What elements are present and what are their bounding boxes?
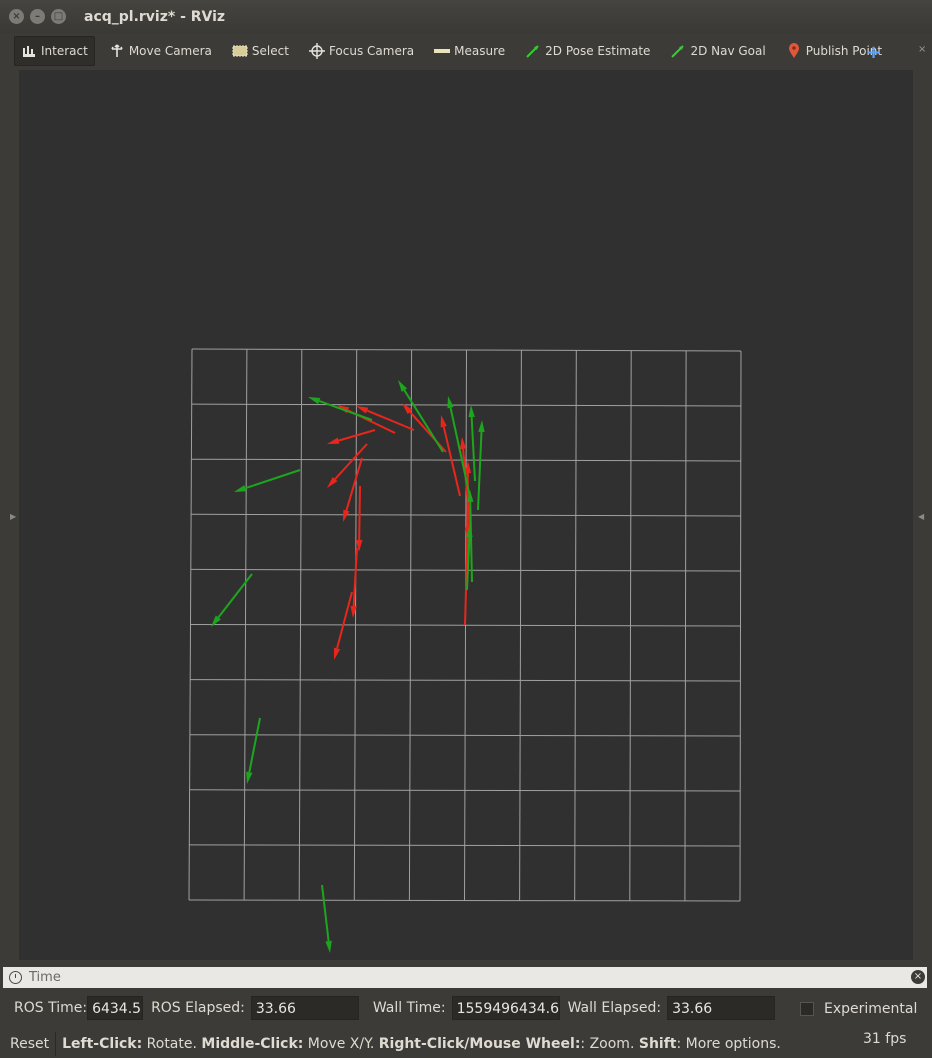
pose-arrow-shaft (217, 573, 253, 619)
plus-icon[interactable]: + (866, 42, 881, 63)
hint-part: Move X/Y. (303, 1036, 379, 1052)
experimental-option[interactable]: Experimental (800, 1001, 917, 1017)
experimental-label: Experimental (824, 1001, 918, 1017)
tool-label: Select (251, 44, 289, 58)
interact-icon (21, 43, 37, 59)
grid-line (189, 844, 741, 847)
wall-time-label: Wall Time: (372, 1000, 446, 1016)
time-panel-header: Time × (3, 967, 927, 988)
reset-button[interactable]: Reset (4, 1032, 57, 1056)
time-panel-title: Time (29, 970, 61, 985)
tool-label: Focus Camera (328, 44, 415, 58)
left-panel-toggle-icon[interactable]: ▶ (10, 512, 16, 521)
grid-line (190, 679, 741, 682)
render-viewport[interactable] (19, 70, 913, 960)
pose-arrow-head (327, 437, 340, 444)
pose-arrow-shaft (248, 717, 261, 773)
minimize-window-icon[interactable]: – (30, 9, 45, 24)
fps-readout: 31 fps (863, 1031, 907, 1047)
tool-interact[interactable]: Interact (14, 36, 95, 66)
ros-time-label: ROS Time: (14, 1000, 88, 1016)
tool-select[interactable]: Select (226, 37, 295, 65)
pose-arrow-shaft (245, 469, 301, 490)
close-icon[interactable]: × (911, 970, 925, 984)
wall-elapsed-field[interactable]: 33.66 (667, 996, 776, 1020)
tool-move-camera[interactable]: Move Camera (103, 37, 218, 65)
pose-arrow-shaft (449, 407, 471, 498)
pose-arrow-head (343, 509, 350, 522)
pose-arrow-head (440, 415, 447, 428)
scene-svg (188, 348, 742, 953)
pose-arrow-shaft (403, 389, 444, 453)
tool-focus-camera[interactable]: Focus Camera (303, 37, 420, 65)
pose-arrow-shaft (477, 431, 483, 511)
ros-time-field[interactable]: 6434.58 (87, 996, 144, 1020)
status-bar: Reset Left-Click: Rotate. Middle-Click: … (0, 1030, 932, 1058)
tool-label: 2D Nav Goal (690, 44, 766, 58)
pose-arrow-head (234, 485, 247, 492)
tool-2d-pose-estimate[interactable]: 2D Pose Estimate (519, 37, 656, 65)
clock-icon (9, 971, 22, 984)
hint-part: Rotate. (142, 1036, 202, 1052)
title-bar: × – □ acq_pl.rviz* - RViz (0, 0, 932, 33)
nav-goal-icon (670, 43, 686, 59)
maximize-window-icon[interactable]: □ (51, 9, 66, 24)
tool-measure[interactable]: Measure (428, 37, 511, 65)
window-title: acq_pl.rviz* - RViz (84, 8, 226, 25)
ros-elapsed-field[interactable]: 33.66 (250, 996, 359, 1020)
experimental-checkbox[interactable] (800, 1002, 814, 1016)
pose-arrow-shaft (470, 416, 476, 482)
toolbar: Interact Move Camera Select Focus Camera… (0, 33, 932, 69)
pose-arrow-head (325, 940, 332, 953)
pose-arrow-head (478, 420, 485, 433)
pose-arrow-head (246, 771, 253, 784)
move-camera-icon (109, 43, 125, 59)
tool-label: Interact (41, 44, 88, 58)
pose-arrow-shaft (321, 884, 330, 942)
pose-arrow-shaft (409, 411, 447, 453)
pose-arrow-head (308, 397, 321, 405)
hint-part: Shift (638, 1036, 677, 1052)
pose-estimate-icon (525, 43, 541, 59)
tool-label: Move Camera (128, 44, 212, 58)
close-window-icon[interactable]: × (9, 9, 24, 24)
grid-line (684, 350, 687, 901)
grid-line (629, 350, 632, 901)
pose-arrow-shaft (366, 409, 415, 431)
hint-part: Left-Click: (62, 1036, 143, 1052)
pose-arrow-head (333, 647, 341, 660)
grid-line (189, 734, 741, 737)
pose-arrow-head (459, 437, 467, 450)
tool-label: 2D Pose Estimate (545, 44, 651, 58)
focus-camera-icon (308, 43, 325, 59)
pose-arrow-head (468, 405, 475, 418)
pose-arrow-head (398, 380, 408, 392)
right-panel-toggle-icon[interactable]: ◀ (918, 512, 924, 521)
tool-2d-nav-goal[interactable]: 2D Nav Goal (664, 37, 771, 65)
tool-label: Measure (454, 44, 506, 58)
grid-line (739, 350, 742, 902)
hint-part: Middle-Click: (201, 1036, 304, 1052)
pose-arrow-shaft (336, 591, 353, 649)
close-icon[interactable]: × (918, 44, 926, 55)
status-hint: Left-Click: Rotate. Middle-Click: Move X… (62, 1036, 781, 1052)
time-row: ROS Time: 6434.58 ROS Elapsed: 33.66 Wal… (0, 992, 932, 1024)
grid-line (188, 899, 741, 902)
hint-part: Right-Click/Mouse Wheel: (378, 1036, 581, 1052)
wall-time-field[interactable]: 1559496434.61 (451, 996, 560, 1020)
pose-arrow-head (447, 396, 454, 409)
wall-elapsed-label: Wall Elapsed: (567, 1000, 662, 1016)
grid-line (189, 789, 741, 792)
pose-arrow-shaft (358, 485, 361, 541)
pose-arrow-head (356, 406, 369, 414)
pose-arrow-shaft (334, 443, 368, 480)
hint-part: : More options. (676, 1036, 781, 1052)
ros-elapsed-label: ROS Elapsed: (151, 1000, 245, 1016)
measure-icon (434, 43, 451, 59)
publish-point-icon (786, 43, 802, 59)
hint-part: : Zoom. (580, 1036, 639, 1052)
select-icon (232, 43, 248, 59)
